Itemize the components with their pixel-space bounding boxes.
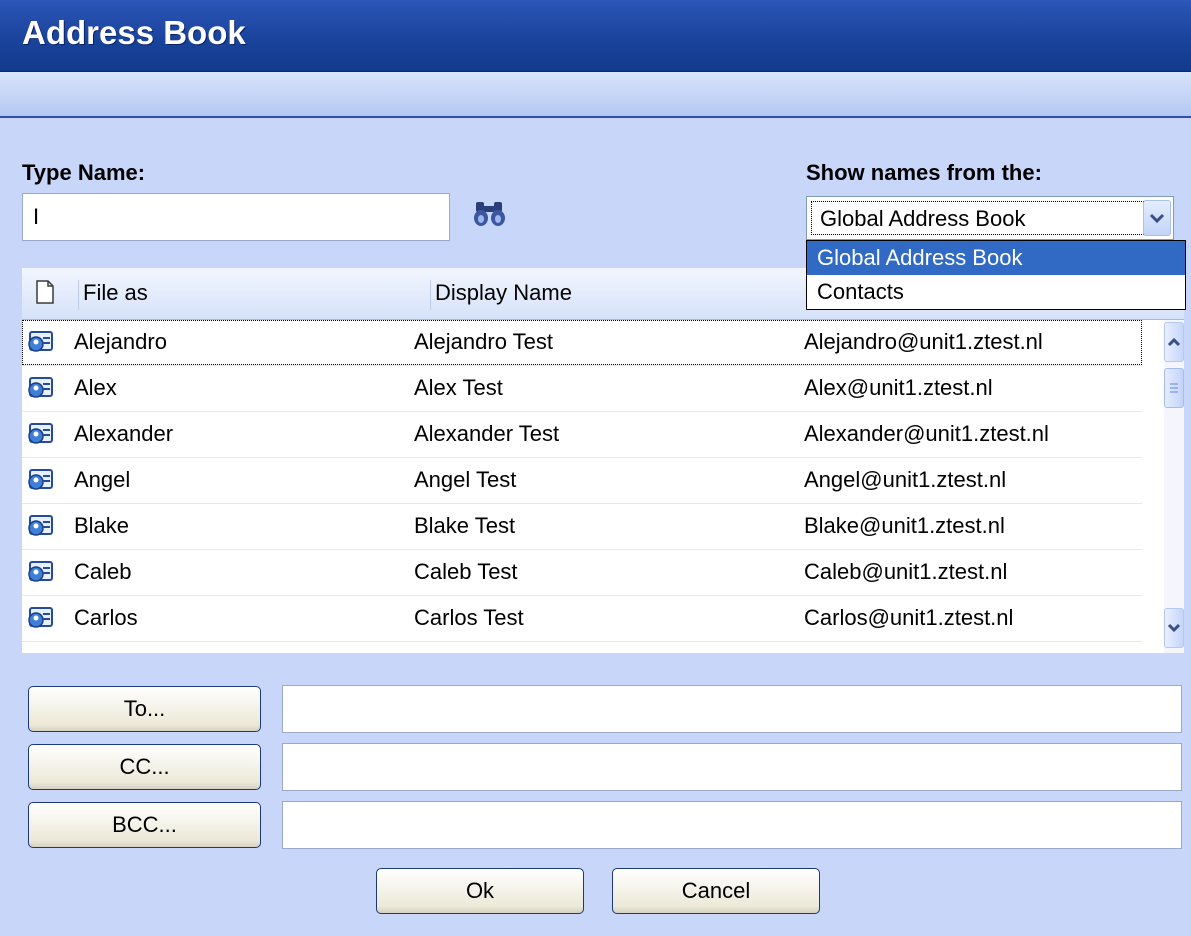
contact-file-as: Alejandro — [74, 329, 167, 354]
chevron-down-icon[interactable] — [1164, 608, 1184, 648]
contact-email: Carlos@unit1.ztest.nl — [804, 605, 1014, 630]
vertical-scrollbar[interactable] — [1164, 320, 1184, 653]
to-field[interactable] — [282, 685, 1182, 733]
bcc-button[interactable]: BCC... — [28, 802, 261, 848]
contact-email: Angel@unit1.ztest.nl — [804, 467, 1007, 492]
address-source-select[interactable]: Global Address Book — [806, 196, 1174, 240]
address-source-value: Global Address Book — [811, 201, 1144, 235]
contact-card-icon — [28, 469, 53, 490]
contact-card-icon — [28, 377, 53, 398]
cc-button[interactable]: CC... — [28, 744, 261, 790]
contact-email: Alejandro@unit1.ztest.nl — [804, 329, 1043, 354]
window-title: Address Book — [22, 14, 246, 51]
contact-file-as: Alexander — [74, 421, 174, 446]
contact-file-as: Blake — [74, 513, 130, 538]
contact-row[interactable]: Carlos Carlos Test Carlos@unit1.ztest.nl — [22, 596, 1142, 642]
contact-file-as: Carlos — [74, 605, 138, 630]
to-button[interactable]: To... — [28, 686, 261, 732]
contact-email: Blake@unit1.ztest.nl — [804, 513, 1005, 538]
contact-display-name: Alexander Test — [414, 421, 560, 446]
contact-email: Alex@unit1.ztest.nl — [804, 375, 993, 400]
type-name-label: Type Name: — [22, 160, 146, 185]
title-bar: Address Book — [0, 0, 1191, 72]
contact-row[interactable]: Alex Alex Test Alex@unit1.ztest.nl — [22, 366, 1142, 412]
contact-display-name: Angel Test — [414, 467, 517, 492]
contact-display-name: Alejandro Test — [414, 329, 554, 354]
document-icon — [36, 280, 54, 304]
column-header-file-as[interactable]: File as — [78, 280, 428, 310]
contact-row[interactable]: Alexander Alexander Test Alexander@unit1… — [22, 412, 1142, 458]
toolbar-strip — [0, 72, 1191, 118]
contact-file-as: Alex — [74, 375, 117, 400]
contact-email: Caleb@unit1.ztest.nl — [804, 559, 1008, 584]
cancel-button[interactable]: Cancel — [612, 868, 820, 914]
type-name-input[interactable] — [22, 193, 450, 241]
address-source-dropdown: Global Address Book Contacts — [806, 240, 1186, 310]
contact-file-as: Angel — [74, 467, 131, 492]
contact-card-icon — [28, 561, 53, 582]
chevron-up-icon[interactable] — [1164, 322, 1184, 362]
contact-display-name: Carlos Test — [414, 605, 524, 630]
contact-file-as: Caleb — [74, 559, 132, 584]
contact-card-icon — [28, 331, 53, 352]
scrollbar-thumb[interactable] — [1164, 368, 1184, 408]
contact-card-icon — [28, 515, 53, 536]
contact-email: Alexander@unit1.ztest.nl — [804, 421, 1049, 446]
bcc-field[interactable] — [282, 801, 1182, 849]
contact-row[interactable]: Caleb Caleb Test Caleb@unit1.ztest.nl — [22, 550, 1142, 596]
contact-row[interactable]: Alejandro Alejandro Test Alejandro@unit1… — [22, 320, 1142, 366]
contact-card-icon — [28, 607, 53, 628]
column-header-display-name[interactable]: Display Name — [430, 280, 810, 310]
binoculars-icon[interactable] — [472, 198, 508, 228]
option-global-address-book[interactable]: Global Address Book — [807, 241, 1185, 275]
option-contacts[interactable]: Contacts — [807, 275, 1185, 309]
contacts-grid: File as Display Name Alejandro Alejandro… — [22, 268, 1184, 653]
contact-display-name: Alex Test — [414, 375, 503, 400]
contact-display-name: Blake Test — [414, 513, 516, 538]
contact-row[interactable]: Angel Angel Test Angel@unit1.ztest.nl — [22, 458, 1142, 504]
show-names-label: Show names from the: — [806, 160, 1042, 185]
ok-button[interactable]: Ok — [376, 868, 584, 914]
contact-row[interactable]: Blake Blake Test Blake@unit1.ztest.nl — [22, 504, 1142, 550]
contact-card-icon — [28, 423, 53, 444]
chevron-down-icon[interactable] — [1143, 200, 1171, 236]
contact-display-name: Caleb Test — [414, 559, 518, 584]
cc-field[interactable] — [282, 743, 1182, 791]
